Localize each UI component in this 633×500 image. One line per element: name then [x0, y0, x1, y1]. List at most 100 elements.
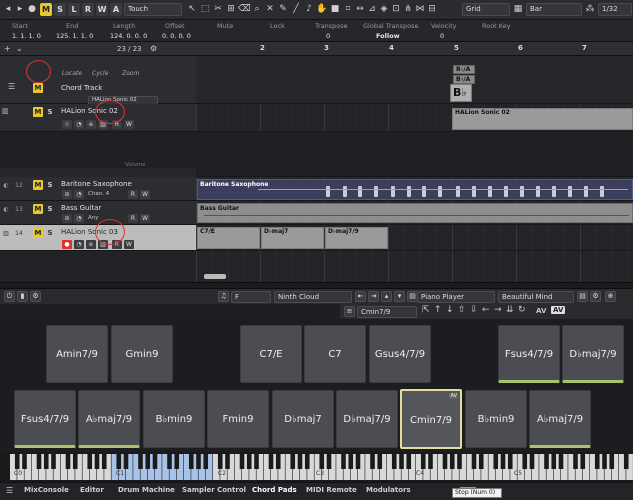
black-key[interactable] — [500, 454, 506, 469]
tab-chord-pads[interactable]: Chord Pads — [252, 486, 297, 494]
add-track-icon[interactable]: + — [4, 44, 11, 53]
marker-icon[interactable]: ⊿ — [366, 3, 378, 16]
right-arrow-icon[interactable]: ▸ — [14, 3, 26, 16]
sax-mute-button[interactable]: M — [33, 180, 43, 190]
black-key[interactable] — [217, 454, 223, 469]
grid-type-select[interactable]: Bar — [526, 3, 582, 16]
black-key[interactable] — [457, 454, 462, 469]
black-key[interactable] — [391, 454, 397, 469]
chord-lane[interactable] — [196, 56, 633, 104]
black-key[interactable] — [188, 454, 194, 469]
halion02-edit-button[interactable]: e — [86, 120, 96, 129]
shift-left-icon[interactable]: ← — [482, 305, 490, 315]
black-key[interactable] — [355, 454, 361, 469]
chord-pad[interactable]: Fsus4/7/9 — [14, 390, 76, 448]
lower-zone-menu-icon[interactable]: ☰ — [6, 486, 13, 495]
locate-label[interactable]: Locate — [62, 70, 82, 77]
bass-channel-select[interactable]: Any — [88, 215, 99, 221]
eraser-icon[interactable]: ⌫ — [238, 3, 251, 16]
key-select[interactable]: F — [231, 291, 271, 303]
move-left-icon[interactable]: ⇱ — [422, 305, 430, 315]
black-key[interactable] — [428, 454, 433, 469]
automation-button[interactable]: A — [110, 3, 122, 16]
mute-button[interactable]: M — [40, 3, 52, 16]
key-icon[interactable]: ♫ — [218, 291, 229, 302]
chord-pad[interactable]: D♭maj7/9 — [562, 325, 624, 383]
bass-write-button[interactable]: W — [140, 214, 150, 223]
sax-solo-button[interactable]: S — [45, 180, 55, 190]
halion02-power-button[interactable]: ⊘ — [62, 120, 72, 129]
tab-mixconsole[interactable]: MixConsole — [24, 486, 69, 494]
chord-pad[interactable]: B♭min9 — [143, 390, 205, 448]
chord-pad[interactable]: Gsus4/7/9 — [369, 325, 431, 383]
info-value-velocity[interactable]: 0 — [440, 32, 444, 40]
pad-down-icon[interactable]: ▾ — [394, 291, 405, 302]
halion02-part[interactable]: HALion Sonic 02 — [452, 108, 633, 130]
track-baritone-saxophone[interactable]: ◐ 12 M S Baritone Saxophone ⊘ ◔ Chan. 4 … — [0, 177, 196, 201]
settings-icon[interactable]: ⚙ — [30, 291, 41, 302]
black-key[interactable] — [406, 454, 412, 469]
black-key[interactable] — [51, 454, 56, 469]
range-icon[interactable]: ⬚ — [199, 3, 211, 16]
fold-icon[interactable]: ⊟ — [426, 3, 438, 16]
tab-midi-remote[interactable]: MIDI Remote — [306, 486, 357, 494]
halion03-edit-button[interactable]: e — [86, 240, 96, 249]
tab-editor[interactable]: Editor — [80, 486, 104, 494]
chord-pad[interactable]: A♭maj7/9 — [529, 390, 591, 448]
bass-read-button[interactable]: R — [128, 214, 138, 223]
chord-pad[interactable]: B♭min9 — [465, 390, 527, 448]
black-key[interactable] — [471, 454, 477, 469]
info-value-transpose[interactable]: 0 — [326, 32, 330, 40]
write-button[interactable]: W — [96, 3, 108, 16]
black-key[interactable] — [145, 454, 151, 469]
automation-mode-select[interactable]: Touch — [124, 3, 182, 16]
quantize-icon[interactable]: ⁂ — [584, 3, 596, 16]
black-key[interactable] — [602, 454, 607, 469]
mute-tool-icon[interactable]: ✕ — [264, 3, 276, 16]
tension-up-icon[interactable]: ⇧ — [458, 305, 466, 315]
track-bass-guitar[interactable]: ◐ 13 M S Bass Guitar ⊘ ◔ Any R W — [0, 201, 196, 225]
player-settings-icon[interactable]: ⚙ — [590, 291, 601, 302]
piano-keyboard[interactable]: C0 C1 C2 C3 C4 C5 — [0, 452, 633, 482]
sax-write-button[interactable]: W — [140, 190, 150, 199]
black-key[interactable] — [174, 454, 180, 469]
black-key[interactable] — [529, 454, 535, 469]
refresh-icon[interactable]: ↻ — [518, 305, 526, 315]
black-key[interactable] — [341, 454, 346, 469]
glue-icon[interactable]: ⊞ — [225, 3, 237, 16]
black-key[interactable] — [72, 454, 78, 469]
chord-event[interactable]: B♭/A — [453, 65, 475, 74]
bass-solo-button[interactable]: S — [45, 204, 55, 214]
halion02-write-button[interactable]: W — [124, 120, 134, 129]
black-key[interactable] — [573, 454, 578, 469]
black-key[interactable] — [203, 454, 209, 469]
halion02-mute-button[interactable]: M — [33, 107, 43, 117]
black-key[interactable] — [275, 454, 281, 469]
pad-next-icon[interactable]: ⇥ — [368, 291, 379, 302]
quantize-select[interactable]: 1/32 — [598, 3, 632, 16]
bass-part[interactable]: Bass Guitar — [197, 203, 633, 223]
black-key[interactable] — [319, 454, 325, 469]
chord-pad[interactable]: C7/E — [240, 325, 302, 383]
chord-pad[interactable]: D♭maj7 — [272, 390, 334, 448]
black-key[interactable] — [22, 454, 27, 469]
black-key[interactable] — [116, 454, 122, 469]
black-key[interactable] — [449, 454, 455, 469]
halion03-part-dbmaj79[interactable]: D♭maj7/9 — [325, 227, 388, 249]
keyboard-keys[interactable] — [0, 452, 633, 482]
chord-pad[interactable]: Fmin9 — [207, 390, 269, 448]
black-key[interactable] — [493, 454, 499, 469]
read-button[interactable]: R — [82, 3, 94, 16]
left-arrow-icon[interactable]: ◂ — [2, 3, 14, 16]
halion03-write-button[interactable]: W — [124, 240, 134, 249]
speaker-icon[interactable]: ♪ — [303, 3, 315, 16]
black-key[interactable] — [123, 454, 129, 469]
black-key[interactable] — [420, 454, 426, 469]
black-key[interactable] — [167, 454, 172, 469]
adaptive-voicing-label[interactable]: AV — [536, 307, 546, 315]
tab-sampler-control[interactable]: Sampler Control — [182, 486, 246, 494]
halion03-record-button[interactable]: ● — [62, 240, 72, 249]
cycle-label[interactable]: Cycle — [92, 70, 108, 77]
black-key[interactable] — [399, 454, 404, 469]
info-value-length[interactable]: 124. 0. 0. 0 — [110, 32, 147, 40]
